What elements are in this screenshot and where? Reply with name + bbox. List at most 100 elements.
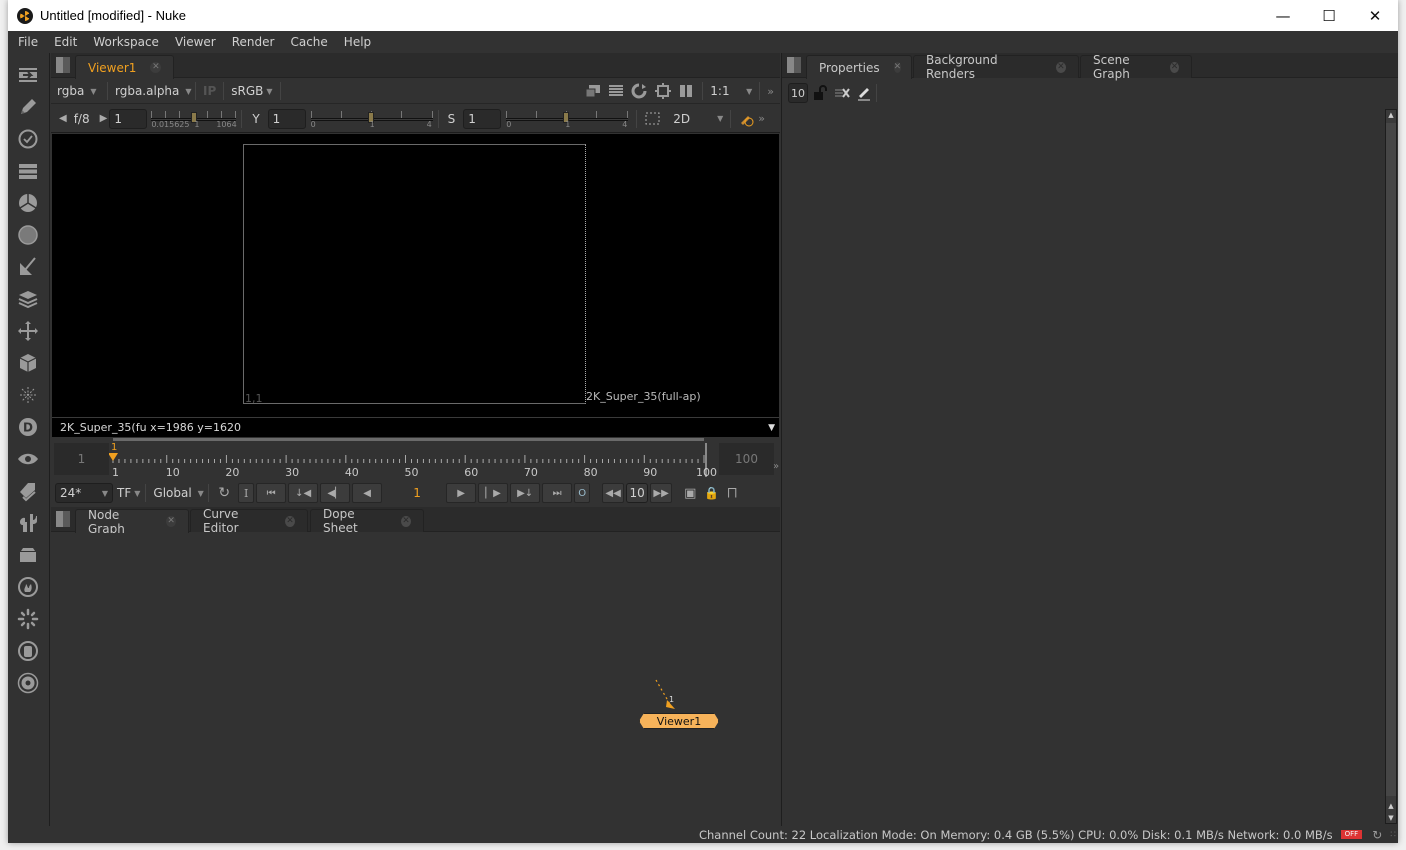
filter-icon[interactable] [16,223,40,247]
viewer-canvas[interactable]: 1,1 2K_Super_35(full-ap) [52,134,779,417]
out-frame-field[interactable]: 100 [719,443,774,475]
last-frame-button[interactable]: ⏭ [542,483,573,503]
maximize-button[interactable]: ☐ [1306,0,1352,31]
node-graph-canvas[interactable]: 1 Viewer1 [51,533,780,826]
metadata-icon[interactable] [16,479,40,503]
view-mode-dropdown[interactable]: 2D ▼ [667,109,729,129]
first-frame-button[interactable]: ⏮ [256,483,287,503]
play-backward-button[interactable]: ◀ [352,483,383,503]
expand-timeline-icon[interactable]: » [773,461,779,472]
play-forward-button[interactable]: ▶ [446,483,477,503]
current-frame-playhead[interactable] [109,453,118,461]
image-icon[interactable] [16,63,40,87]
close-button[interactable]: ✕ [1352,0,1398,31]
close-tab-icon[interactable]: ✕ [400,515,411,527]
close-tab-icon[interactable]: ✕ [1055,61,1066,73]
draw-icon[interactable] [16,95,40,119]
previous-keyframe-button[interactable]: ↓◀ [288,483,319,503]
furnace-icon[interactable] [16,575,40,599]
views-icon[interactable] [16,447,40,471]
scroll-up-icon[interactable]: ▲ [1386,801,1396,811]
fstop-label[interactable]: f/8 [74,112,90,126]
wipe-icon[interactable] [585,84,601,98]
ocula-icon[interactable] [16,639,40,663]
gamma-field[interactable]: 1 [267,108,306,129]
deep-icon[interactable]: D [16,415,40,439]
next-frame-button[interactable]: ▏▶ [478,483,509,503]
close-tab-icon[interactable]: ✕ [166,516,176,527]
tab-scene-graph[interactable]: Scene Graph ✕ [1080,53,1192,81]
keyer-icon[interactable] [16,255,40,279]
resize-grip-icon[interactable]: ∷ [1390,830,1396,840]
scroll-up-icon[interactable]: ▲ [1386,110,1396,120]
menu-file[interactable]: File [8,35,45,49]
channel-icon[interactable] [16,159,40,183]
expand-toolbar-icon[interactable]: » [761,81,780,101]
range-mode-dropdown[interactable]: Global ▼ [147,483,207,503]
cara-vr-icon[interactable] [16,607,40,631]
unlock-icon[interactable] [812,85,828,101]
skip-backward-button[interactable]: ◀◀ [602,483,625,503]
tab-viewer1[interactable]: Viewer1 ✕ [75,55,175,79]
fstop-increase-icon[interactable]: ▶ [100,113,108,124]
scroll-down-icon[interactable]: ▼ [1386,813,1396,823]
close-tab-icon[interactable]: ✕ [285,515,295,527]
fstop-decrease-icon[interactable]: ◀ [59,113,67,124]
menu-cache[interactable]: Cache [281,35,334,49]
refresh-icon[interactable]: ↻ [1372,828,1382,842]
pause-icon[interactable] [679,84,693,98]
viewer1-node[interactable]: Viewer1 [639,713,719,729]
pane-menu-icon[interactable] [56,57,70,73]
expand-toolbar-icon[interactable]: » [754,109,769,129]
channels-dropdown[interactable]: rgba ▼ [51,81,106,101]
previous-frame-button[interactable]: ◀▏ [320,483,351,503]
tab-background-renders[interactable]: Background Renders ✕ [913,53,1079,81]
gamma-slider[interactable]: 0 1 4 [310,109,433,129]
flipbook-icon[interactable]: ▣ [684,486,696,501]
playback-mode-icon[interactable]: ↻ [218,485,230,501]
properties-scrollbar[interactable]: ▲ ▲ ▼ [1385,109,1397,824]
menu-viewer[interactable]: Viewer [166,35,223,49]
skip-increment-field[interactable]: 10 [626,483,649,503]
menu-help[interactable]: Help [335,35,378,49]
merge-icon[interactable] [16,287,40,311]
clear-panels-icon[interactable] [834,85,850,101]
toolsets-icon[interactable] [16,511,40,535]
tab-curve-editor[interactable]: Curve Editor ✕ [190,507,308,535]
gain-slider[interactable]: 0.015625 1 1064 [151,109,237,129]
close-tab-icon[interactable]: ✕ [1170,61,1179,73]
input-process-button[interactable]: IP [197,81,222,101]
particles-icon[interactable] [16,383,40,407]
pane-menu-icon[interactable] [56,511,70,527]
tab-node-graph[interactable]: Node Graph ✕ [75,508,189,536]
max-panels-field[interactable]: 10 [788,83,808,103]
time-icon[interactable] [16,127,40,151]
color-picker-icon[interactable] [738,111,754,127]
overlay-icon[interactable] [609,84,624,98]
saturation-field[interactable]: 1 [463,108,502,129]
nukex-icon[interactable] [16,671,40,695]
tab-properties[interactable]: Properties ✕ [806,55,912,79]
saturation-slider[interactable]: 0 1 4 [506,109,629,129]
minimize-button[interactable]: — [1260,0,1306,31]
fps-field[interactable]: 24* ▼ [55,483,113,503]
node-input-arrow[interactable]: 1 [651,678,691,714]
localization-off-badge[interactable]: OFF [1340,830,1363,839]
set-in-button[interactable]: I [238,483,255,503]
close-tab-icon[interactable]: ✕ [893,62,902,73]
next-keyframe-button[interactable]: ▶↓ [510,483,541,503]
zoom-dropdown[interactable]: 1:1 ▼ [704,81,758,101]
pane-menu-icon[interactable] [787,57,801,73]
scrollbar-thumb[interactable] [1386,123,1396,796]
timeline-ruler[interactable]: 11020304050607080901001 [109,437,719,481]
in-frame-field[interactable]: 1 [54,443,109,475]
edit-icon[interactable] [856,85,872,101]
color-icon[interactable] [16,191,40,215]
set-out-button[interactable]: O [574,483,591,503]
menu-workspace[interactable]: Workspace [84,35,166,49]
transform-icon[interactable] [16,319,40,343]
roi-icon[interactable] [655,83,672,99]
refresh-icon[interactable] [631,83,647,99]
tab-dope-sheet[interactable]: Dope Sheet ✕ [310,507,424,535]
current-frame-field[interactable]: 1 [384,483,447,503]
